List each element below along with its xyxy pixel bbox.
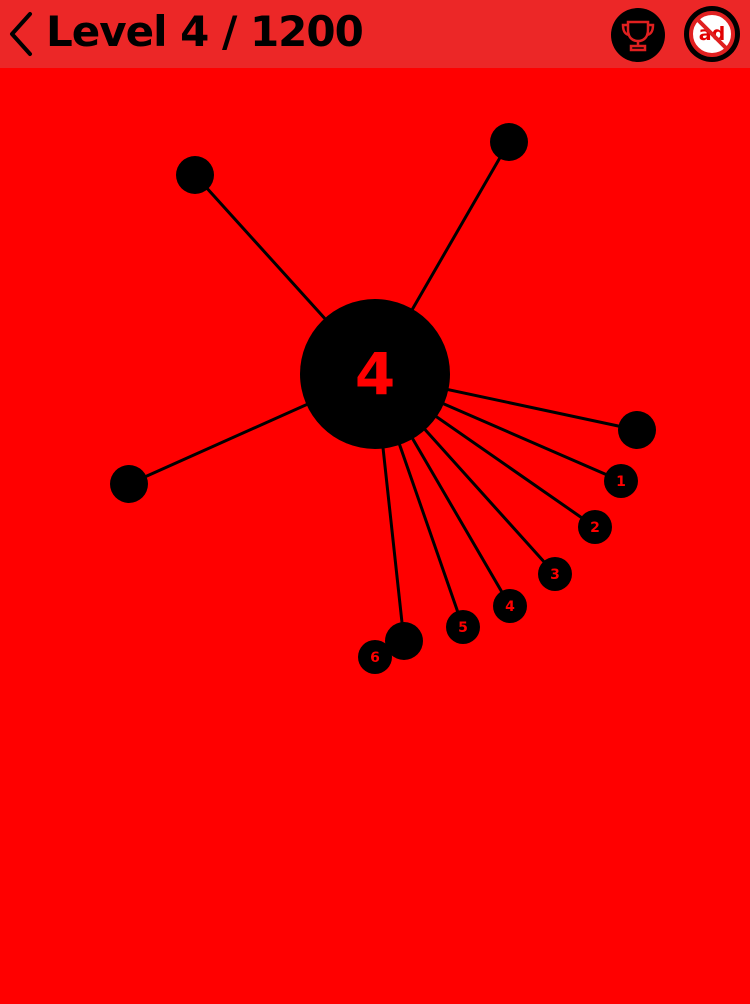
back-button[interactable] bbox=[4, 8, 38, 60]
leaderboard-button[interactable] bbox=[611, 8, 665, 62]
placed-pin bbox=[618, 411, 656, 449]
placed-pin bbox=[110, 465, 148, 503]
placed-pin bbox=[176, 156, 214, 194]
top-bar: Level 4 / 1200 ad bbox=[0, 0, 750, 68]
trophy-icon bbox=[621, 20, 655, 52]
level-title: Level 4 / 1200 bbox=[46, 7, 364, 56]
hub-level-number: 4 bbox=[355, 340, 395, 408]
slash-icon bbox=[689, 11, 735, 57]
waiting-pin-number: 4 bbox=[505, 599, 515, 615]
placed-pin bbox=[490, 123, 528, 161]
waiting-pin-number: 2 bbox=[590, 520, 600, 536]
waiting-pin-number: 6 bbox=[370, 650, 380, 666]
remove-ads-button[interactable]: ad bbox=[684, 6, 740, 62]
game-board: 1 2 3 4 5 6 4 bbox=[110, 123, 656, 674]
game-stage[interactable]: 1 2 3 4 5 6 4 bbox=[0, 68, 750, 1000]
waiting-pin-number: 3 bbox=[550, 567, 560, 583]
chevron-left-icon bbox=[10, 12, 32, 56]
waiting-pin-number: 1 bbox=[616, 474, 626, 490]
waiting-pin-number: 5 bbox=[458, 620, 468, 636]
